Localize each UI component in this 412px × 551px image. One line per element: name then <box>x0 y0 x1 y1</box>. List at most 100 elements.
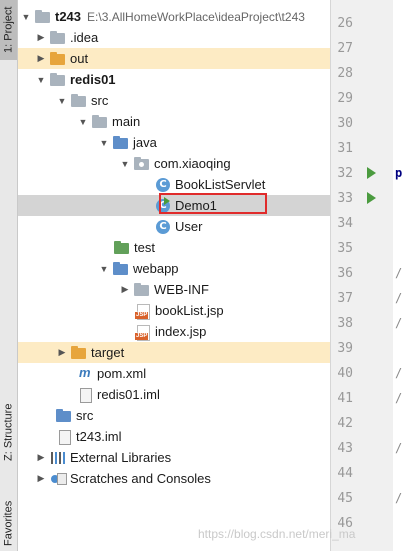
chevron-right-icon[interactable]: ▶ <box>56 342 68 363</box>
chevron-right-icon[interactable]: ▶ <box>35 27 47 48</box>
code-fragment: / <box>395 366 403 380</box>
project-tool-tab[interactable]: 1: Project <box>0 0 17 60</box>
scratches-icon <box>50 471 67 487</box>
excluded-folder-icon <box>71 345 87 361</box>
tree-node-iml[interactable]: redis01.iml <box>18 384 330 405</box>
tree-node-java[interactable]: ▼ java <box>18 132 330 153</box>
jsp-file-icon: JSP <box>135 324 151 341</box>
jsp-file-icon: JSP <box>135 303 151 320</box>
tree-node-webapp[interactable]: ▼ webapp <box>18 258 330 279</box>
chevron-down-icon[interactable]: ▼ <box>77 111 89 132</box>
main-folder-label: main <box>112 114 141 129</box>
tree-node-test[interactable]: test <box>18 237 330 258</box>
target-folder-label: target <box>91 345 125 360</box>
line-number: 38 <box>337 316 353 331</box>
tree-node-t243-iml[interactable]: t243.iml <box>18 426 330 447</box>
chevron-right-icon[interactable]: ▶ <box>35 468 47 489</box>
tree-node-src-root[interactable]: src <box>18 405 330 426</box>
tree-node-scratches[interactable]: ▶ Scratches and Consoles <box>18 468 330 489</box>
code-fragment: p <box>395 166 403 180</box>
line-number: 45 <box>337 491 353 506</box>
line-number: 44 <box>337 466 353 481</box>
code-fragment: / <box>395 316 403 330</box>
favorites-tool-tab[interactable]: Favorites <box>0 496 17 551</box>
line-number: 29 <box>337 91 353 106</box>
chevron-down-icon[interactable]: ▼ <box>35 69 47 90</box>
folder-icon <box>134 282 150 298</box>
line-number: 28 <box>337 66 353 81</box>
scratches-label: Scratches and Consoles <box>70 471 211 486</box>
idea-folder-label: .idea <box>70 30 99 45</box>
tree-node-idea[interactable]: ▶ .idea <box>18 27 330 48</box>
excluded-folder-icon <box>50 51 66 67</box>
structure-tool-tab[interactable]: Z: Structure <box>0 398 17 466</box>
folder-icon <box>35 9 51 25</box>
line-number: 42 <box>337 416 353 431</box>
line-number: 41 <box>337 391 353 406</box>
class-label: BookListServlet <box>175 177 266 192</box>
library-icon <box>50 450 66 466</box>
tree-node-class[interactable]: C BookListServlet <box>18 174 330 195</box>
project-root-path: E:\3.AllHomeWorkPlace\ideaProject\t243 <box>87 9 305 24</box>
jsp-file-label: index.jsp <box>155 324 207 339</box>
code-fragment: / <box>395 491 403 505</box>
source-folder-icon <box>113 135 129 151</box>
project-root-label: t243 <box>55 9 82 24</box>
project-tree: ▼ t243 E:\3.AllHomeWorkPlace\ideaProject… <box>18 0 330 551</box>
tree-node-project-root[interactable]: ▼ t243 E:\3.AllHomeWorkPlace\ideaProject… <box>18 6 330 27</box>
chevron-right-icon[interactable]: ▶ <box>35 48 47 69</box>
chevron-right-icon[interactable]: ▶ <box>119 279 131 300</box>
folder-icon <box>50 30 66 46</box>
folder-icon <box>92 114 108 130</box>
test-folder-label: test <box>134 240 155 255</box>
tree-node-webinf[interactable]: ▶ WEB-INF <box>18 279 330 300</box>
src-folder-label: src <box>91 93 109 108</box>
tree-node-main[interactable]: ▼ main <box>18 111 330 132</box>
module-file-icon <box>56 429 72 445</box>
code-editor[interactable]: p / / / / / / / <box>393 0 412 551</box>
class-label: Demo1 <box>175 198 217 213</box>
redis01-module-label: redis01 <box>70 72 116 87</box>
class-icon: C <box>155 177 171 193</box>
chevron-down-icon[interactable]: ▼ <box>119 153 131 174</box>
tree-node-src[interactable]: ▼ src <box>18 90 330 111</box>
line-number: 30 <box>337 116 353 131</box>
line-number: 31 <box>337 141 353 156</box>
out-folder-label: out <box>70 51 89 66</box>
watermark: https://blog.csdn.net/meri_ma <box>198 527 356 541</box>
module-folder-icon <box>50 72 66 88</box>
tree-node-jsp[interactable]: JSP index.jsp <box>18 321 330 342</box>
code-fragment: / <box>395 266 403 280</box>
tree-node-redis01[interactable]: ▼ redis01 <box>18 69 330 90</box>
chevron-right-icon[interactable]: ▶ <box>35 447 47 468</box>
tree-node-external-libraries[interactable]: ▶ External Libraries <box>18 447 330 468</box>
tree-node-class[interactable]: C User <box>18 216 330 237</box>
web-folder-icon <box>113 261 129 277</box>
package-label: com.xiaoqing <box>154 156 231 171</box>
webapp-folder-label: webapp <box>133 261 179 276</box>
chevron-down-icon[interactable]: ▼ <box>56 90 68 111</box>
code-fragment: / <box>395 291 403 305</box>
java-folder-label: java <box>133 135 157 150</box>
chevron-down-icon[interactable]: ▼ <box>98 258 110 279</box>
line-number: 33 <box>337 191 353 206</box>
iml-file-label: redis01.iml <box>97 387 160 402</box>
editor-gutter: 26 27 28 29 30 31 32 33 34 35 36 37 38 39 40 41 42 43 44 45… <box>330 0 393 551</box>
tree-node-target[interactable]: ▶ target <box>18 342 330 363</box>
line-number: 36 <box>337 266 353 281</box>
tree-node-class-selected[interactable]: C Demo1 <box>18 195 330 216</box>
tree-node-jsp[interactable]: JSP bookList.jsp <box>18 300 330 321</box>
package-icon <box>134 156 150 172</box>
tree-node-package[interactable]: ▼ com.xiaoqing <box>18 153 330 174</box>
folder-icon <box>114 240 130 256</box>
line-number: 39 <box>337 341 353 356</box>
external-libraries-label: External Libraries <box>70 450 172 465</box>
chevron-down-icon[interactable]: ▼ <box>98 132 110 153</box>
tree-node-pom[interactable]: m pom.xml <box>18 363 330 384</box>
line-number: 26 <box>337 16 353 31</box>
tree-node-out[interactable]: ▶ out <box>18 48 330 69</box>
run-gutter-icon[interactable] <box>367 192 376 204</box>
run-gutter-icon[interactable] <box>367 167 376 179</box>
line-number: 27 <box>337 41 353 56</box>
chevron-down-icon[interactable]: ▼ <box>20 6 32 27</box>
